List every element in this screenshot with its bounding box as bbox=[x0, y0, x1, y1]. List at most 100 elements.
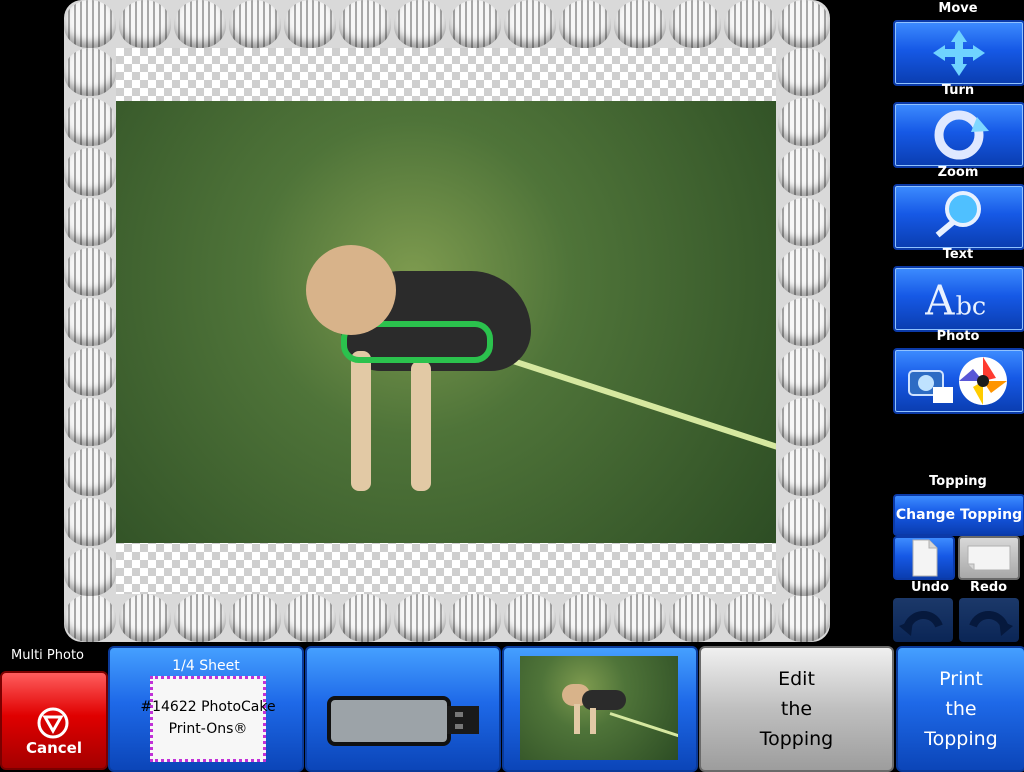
sheet-size-label: 1/4 Sheet bbox=[172, 658, 240, 674]
topping-canvas[interactable] bbox=[64, 0, 830, 642]
shell-icon bbox=[614, 594, 666, 642]
shell-icon bbox=[119, 0, 171, 48]
shell-icon bbox=[778, 594, 830, 642]
shell-icon bbox=[778, 198, 830, 246]
undo-arrow-icon bbox=[899, 611, 943, 636]
shell-icon bbox=[778, 498, 830, 546]
shell-icon bbox=[339, 0, 391, 48]
edit-topping-button[interactable]: Edit the Topping bbox=[699, 646, 894, 772]
move-label: Move bbox=[938, 1, 978, 16]
multi-photo-label: Multi Photo bbox=[11, 648, 84, 663]
edit-line-3: Topping bbox=[759, 728, 834, 750]
landscape-orientation-button[interactable] bbox=[958, 536, 1020, 580]
sheet-product-subtitle: Print-Ons® bbox=[168, 721, 248, 737]
shell-icon bbox=[778, 548, 830, 596]
photo-dog-head bbox=[306, 245, 396, 335]
sheet-product-name: #14622 PhotoCake bbox=[140, 699, 276, 715]
redo-label: Redo bbox=[970, 580, 1008, 595]
edit-line-2: the bbox=[780, 698, 813, 720]
shell-icon bbox=[778, 148, 830, 196]
shell-icon bbox=[724, 594, 776, 642]
shell-icon bbox=[284, 594, 336, 642]
shell-icon bbox=[64, 594, 116, 642]
shell-icon bbox=[174, 594, 226, 642]
cancel-button[interactable]: Cancel bbox=[0, 671, 108, 770]
undo-button[interactable] bbox=[893, 598, 953, 642]
shell-icon bbox=[778, 248, 830, 296]
print-line-1: Print bbox=[939, 668, 983, 690]
shell-icon bbox=[778, 448, 830, 496]
shell-icon bbox=[669, 594, 721, 642]
shell-icon bbox=[64, 98, 116, 146]
shell-icon bbox=[778, 0, 830, 48]
text-label: Text bbox=[942, 247, 974, 262]
shell-icon bbox=[64, 198, 116, 246]
photo-button[interactable] bbox=[893, 348, 1024, 414]
shell-icon bbox=[64, 348, 116, 396]
print-line-3: Topping bbox=[924, 728, 998, 750]
shell-icon bbox=[64, 548, 116, 596]
shell-icon bbox=[64, 398, 116, 446]
change-topping-button[interactable]: Change Topping bbox=[893, 494, 1024, 536]
print-topping-button[interactable]: Print the Topping bbox=[896, 646, 1024, 772]
photo-dog-leg bbox=[411, 361, 431, 491]
photo-thumbnail-button[interactable] bbox=[502, 646, 698, 772]
shell-icon bbox=[724, 0, 776, 48]
shell-icon bbox=[449, 594, 501, 642]
sheet-preview: #14622 PhotoCake Print-Ons® bbox=[140, 676, 276, 762]
undo-label: Undo bbox=[911, 580, 950, 595]
shell-icon bbox=[64, 248, 116, 296]
svg-text:bc: bc bbox=[956, 291, 987, 321]
portrait-page-icon bbox=[912, 539, 938, 577]
print-line-2: the bbox=[945, 698, 977, 720]
shell-icon bbox=[64, 0, 116, 48]
turn-label: Turn bbox=[941, 83, 975, 98]
shell-icon bbox=[229, 0, 281, 48]
redo-arrow-icon bbox=[969, 611, 1013, 636]
portrait-orientation-button[interactable] bbox=[893, 536, 955, 580]
zoom-label: Zoom bbox=[937, 165, 979, 180]
edit-line-1: Edit bbox=[778, 668, 815, 690]
shell-icon bbox=[394, 0, 446, 48]
sheet-size-button[interactable]: 1/4 Sheet #14622 PhotoCake Print-Ons® bbox=[108, 646, 304, 772]
turn-button[interactable] bbox=[893, 102, 1024, 168]
shell-icon bbox=[778, 48, 830, 96]
shell-icon bbox=[64, 498, 116, 546]
redo-button[interactable] bbox=[959, 598, 1019, 642]
shell-icon bbox=[229, 594, 281, 642]
shell-icon bbox=[778, 398, 830, 446]
rotate-icon bbox=[925, 110, 993, 160]
landscape-page-icon bbox=[967, 545, 1011, 571]
shell-icon bbox=[614, 0, 666, 48]
camera-aperture-icon bbox=[905, 356, 1015, 406]
shell-icon bbox=[284, 0, 336, 48]
dog-photo[interactable] bbox=[116, 101, 776, 543]
shell-icon bbox=[394, 594, 446, 642]
text-button[interactable]: A bc bbox=[893, 266, 1024, 332]
shell-icon bbox=[64, 48, 116, 96]
shell-icon bbox=[174, 0, 226, 48]
shell-icon bbox=[669, 0, 721, 48]
shell-icon bbox=[559, 594, 611, 642]
shell-icon bbox=[504, 0, 556, 48]
usb-source-button[interactable] bbox=[305, 646, 501, 772]
magnifier-icon bbox=[925, 191, 993, 242]
svg-text:A: A bbox=[925, 276, 955, 324]
photo-dog-leg bbox=[351, 351, 371, 491]
shell-icon bbox=[559, 0, 611, 48]
zoom-button[interactable] bbox=[893, 184, 1024, 250]
move-arrows-icon bbox=[925, 28, 993, 78]
shell-icon bbox=[64, 298, 116, 346]
topping-label: Topping bbox=[929, 474, 987, 489]
shell-icon bbox=[778, 98, 830, 146]
photo-leash bbox=[475, 346, 776, 451]
photo-label: Photo bbox=[936, 329, 980, 344]
thumbnail-image bbox=[520, 656, 678, 760]
shell-icon bbox=[64, 148, 116, 196]
shell-icon bbox=[449, 0, 501, 48]
shell-icon bbox=[339, 594, 391, 642]
move-button[interactable] bbox=[893, 20, 1024, 86]
shell-icon bbox=[64, 448, 116, 496]
shell-icon bbox=[778, 348, 830, 396]
shell-icon bbox=[778, 298, 830, 346]
